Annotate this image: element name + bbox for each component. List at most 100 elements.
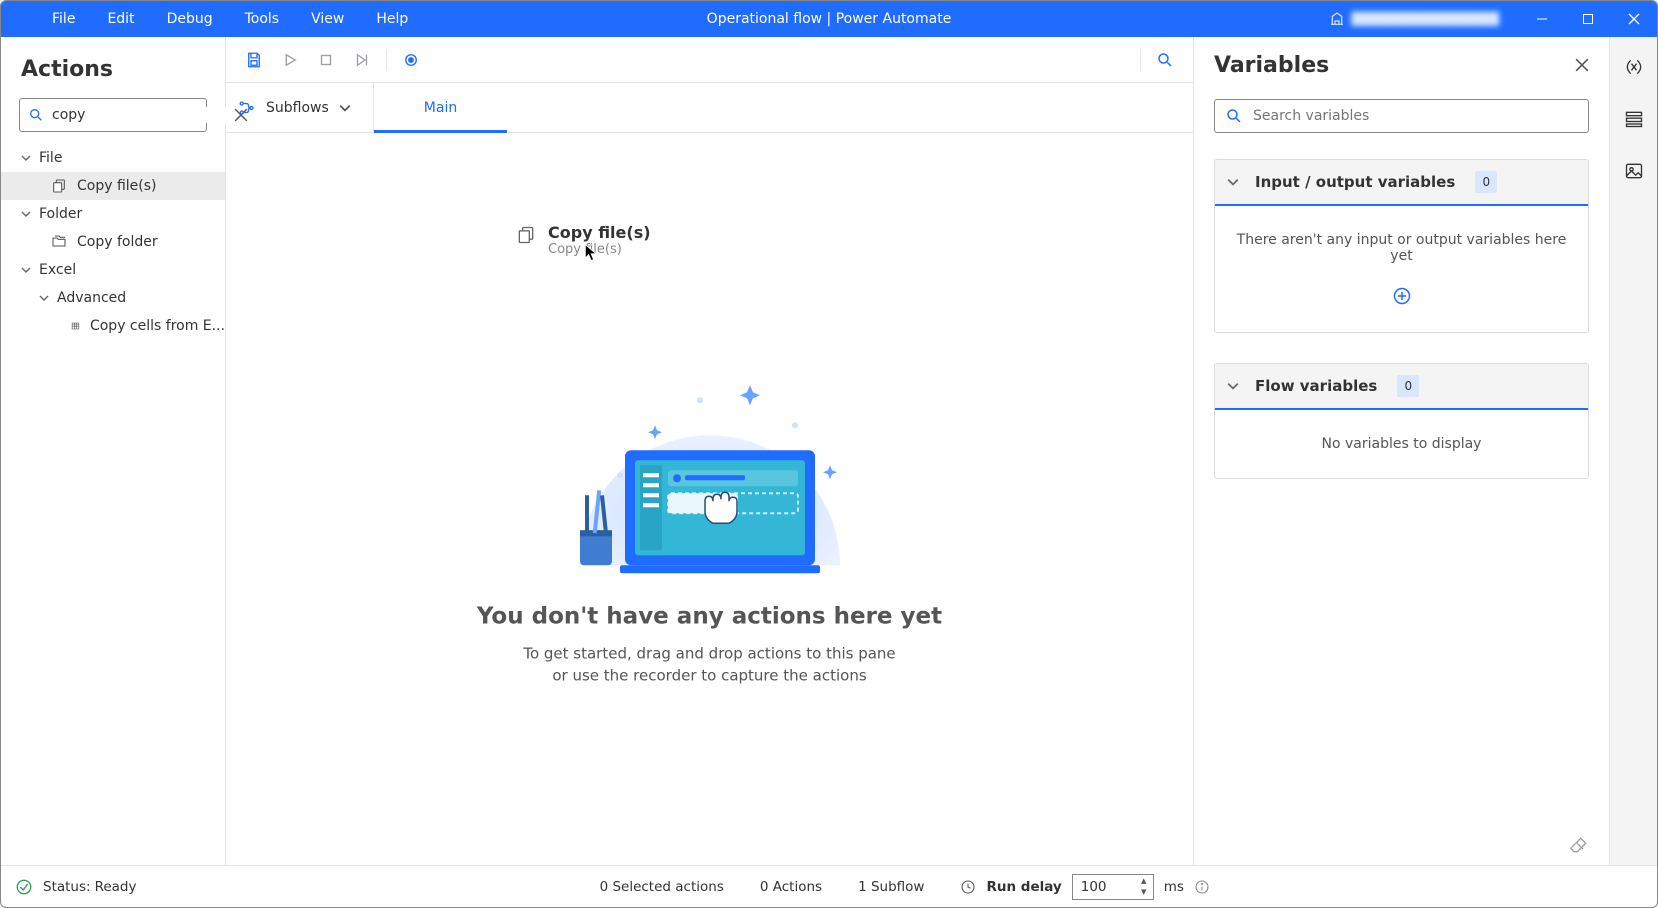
drag-preview: Copy file(s) Copy file(s) [516,223,651,257]
ui-elements-rail-button[interactable] [1622,107,1646,131]
titlebar: File Edit Debug Tools View Help Operatio… [1,1,1657,37]
tab-main[interactable]: Main [374,83,507,132]
empty-sub-2: or use the recorder to capture the actio… [552,666,866,684]
chevron-down-icon [1227,380,1239,392]
status-ok-icon [15,878,33,896]
chevron-down-icon [1227,176,1239,188]
copy-files-icon [51,178,67,194]
drag-preview-subtitle: Copy file(s) [548,242,651,257]
actions-subgroup-advanced[interactable]: Advanced [1,284,225,312]
variables-rail-button[interactable] [1622,55,1646,79]
variables-search-input[interactable] [1253,108,1578,124]
chevron-down-icon [39,293,49,303]
status-value: Ready [95,879,137,895]
actions-panel-title: Actions [1,37,225,98]
close-variables-button[interactable] [1575,58,1589,72]
empty-sub-1: To get started, drag and drop actions to… [523,644,895,662]
run-delay-unit: ms [1164,879,1184,895]
menu-help[interactable]: Help [360,1,424,37]
subflows-count: 1 Subflow [858,879,924,895]
menu-edit[interactable]: Edit [91,1,150,37]
io-variables-empty-text: There aren't any input or output variabl… [1229,232,1574,264]
organization-name: ████████████████ [1351,12,1499,26]
add-io-variable-button[interactable] [1392,286,1412,306]
chevron-down-icon [21,209,31,219]
variables-search[interactable] [1214,99,1589,133]
actions-group-label: Folder [39,206,82,222]
io-variables-title: Input / output variables [1255,173,1455,191]
canvas[interactable]: Copy file(s) Copy file(s) [226,133,1193,865]
subflows-dropdown[interactable]: Subflows [226,83,374,132]
actions-panel: Actions File Copy file(s) [1,37,226,865]
copy-files-icon [516,225,536,245]
canvas-search-button[interactable] [1147,42,1183,78]
action-copy-cells-excel[interactable]: Copy cells from E... [1,312,225,340]
actions-search[interactable] [19,98,207,132]
flow-variables-empty-text: No variables to display [1229,436,1574,452]
maximize-button[interactable] [1565,1,1611,37]
search-icon [1225,107,1243,125]
variables-panel: Variables Input / output variables 0 The… [1194,37,1609,865]
images-rail-button[interactable] [1622,159,1646,183]
action-label: Copy folder [77,234,158,250]
delay-increment[interactable]: ▲ [1137,876,1151,887]
run-delay-value: 100 [1081,879,1107,895]
empty-state: You don't have any actions here yet To g… [430,355,990,687]
run-button[interactable] [272,42,308,78]
run-delay-input[interactable]: 100 ▲▼ [1072,874,1154,900]
tab-bar: Subflows Main [226,83,1193,133]
organization-pill[interactable]: ████████████████ [1319,4,1509,34]
menu-file[interactable]: File [36,1,91,37]
main-menu: File Edit Debug Tools View Help [1,1,424,37]
flow-variables-title: Flow variables [1255,377,1377,395]
menu-debug[interactable]: Debug [151,1,229,37]
action-label: Copy cells from E... [90,318,225,334]
designer: Subflows Main Copy file(s) Copy file(s) [226,37,1194,865]
run-delay-label: Run delay [986,879,1061,895]
close-window-button[interactable] [1611,1,1657,37]
menu-tools[interactable]: Tools [229,1,296,37]
clock-icon [960,879,976,895]
status-label: Status: [43,879,91,895]
empty-heading: You don't have any actions here yet [430,603,990,629]
flow-variables-section: Flow variables 0 No variables to display [1214,363,1589,479]
flow-variables-header[interactable]: Flow variables 0 [1215,364,1588,410]
subflows-icon [238,99,256,117]
organization-icon [1329,11,1345,27]
io-variables-section: Input / output variables 0 There aren't … [1214,159,1589,333]
chevron-down-icon [339,102,351,114]
empty-illustration [550,355,870,585]
designer-toolbar [226,37,1193,83]
selected-actions-count: 0 Selected actions [600,879,724,895]
status-bar: Status: Ready 0 Selected actions 0 Actio… [1,865,1657,907]
excel-icon [71,318,80,334]
chevron-down-icon [21,265,31,275]
io-variables-count: 0 [1475,171,1497,193]
stop-button[interactable] [308,42,344,78]
io-variables-header[interactable]: Input / output variables 0 [1215,160,1588,206]
variables-panel-title: Variables [1214,53,1575,78]
menu-view[interactable]: View [295,1,360,37]
actions-group-label: File [39,150,62,166]
save-button[interactable] [236,42,272,78]
chevron-down-icon [21,153,31,163]
actions-count: 0 Actions [760,879,822,895]
action-label: Copy file(s) [77,178,157,194]
actions-search-input[interactable] [52,107,226,123]
record-button[interactable] [393,42,429,78]
actions-subgroup-label: Advanced [57,290,126,306]
actions-group-file[interactable]: File [1,144,225,172]
action-copy-folder[interactable]: Copy folder [1,228,225,256]
copy-folder-icon [51,234,67,250]
info-icon[interactable] [1194,879,1210,895]
eraser-icon[interactable] [1569,835,1589,855]
drag-preview-title: Copy file(s) [548,223,651,242]
search-icon [28,107,44,123]
action-copy-files[interactable]: Copy file(s) [1,172,225,200]
actions-group-folder[interactable]: Folder [1,200,225,228]
delay-decrement[interactable]: ▼ [1137,887,1151,898]
flow-variables-count: 0 [1397,375,1419,397]
minimize-button[interactable] [1519,1,1565,37]
step-button[interactable] [344,42,380,78]
actions-group-excel[interactable]: Excel [1,256,225,284]
